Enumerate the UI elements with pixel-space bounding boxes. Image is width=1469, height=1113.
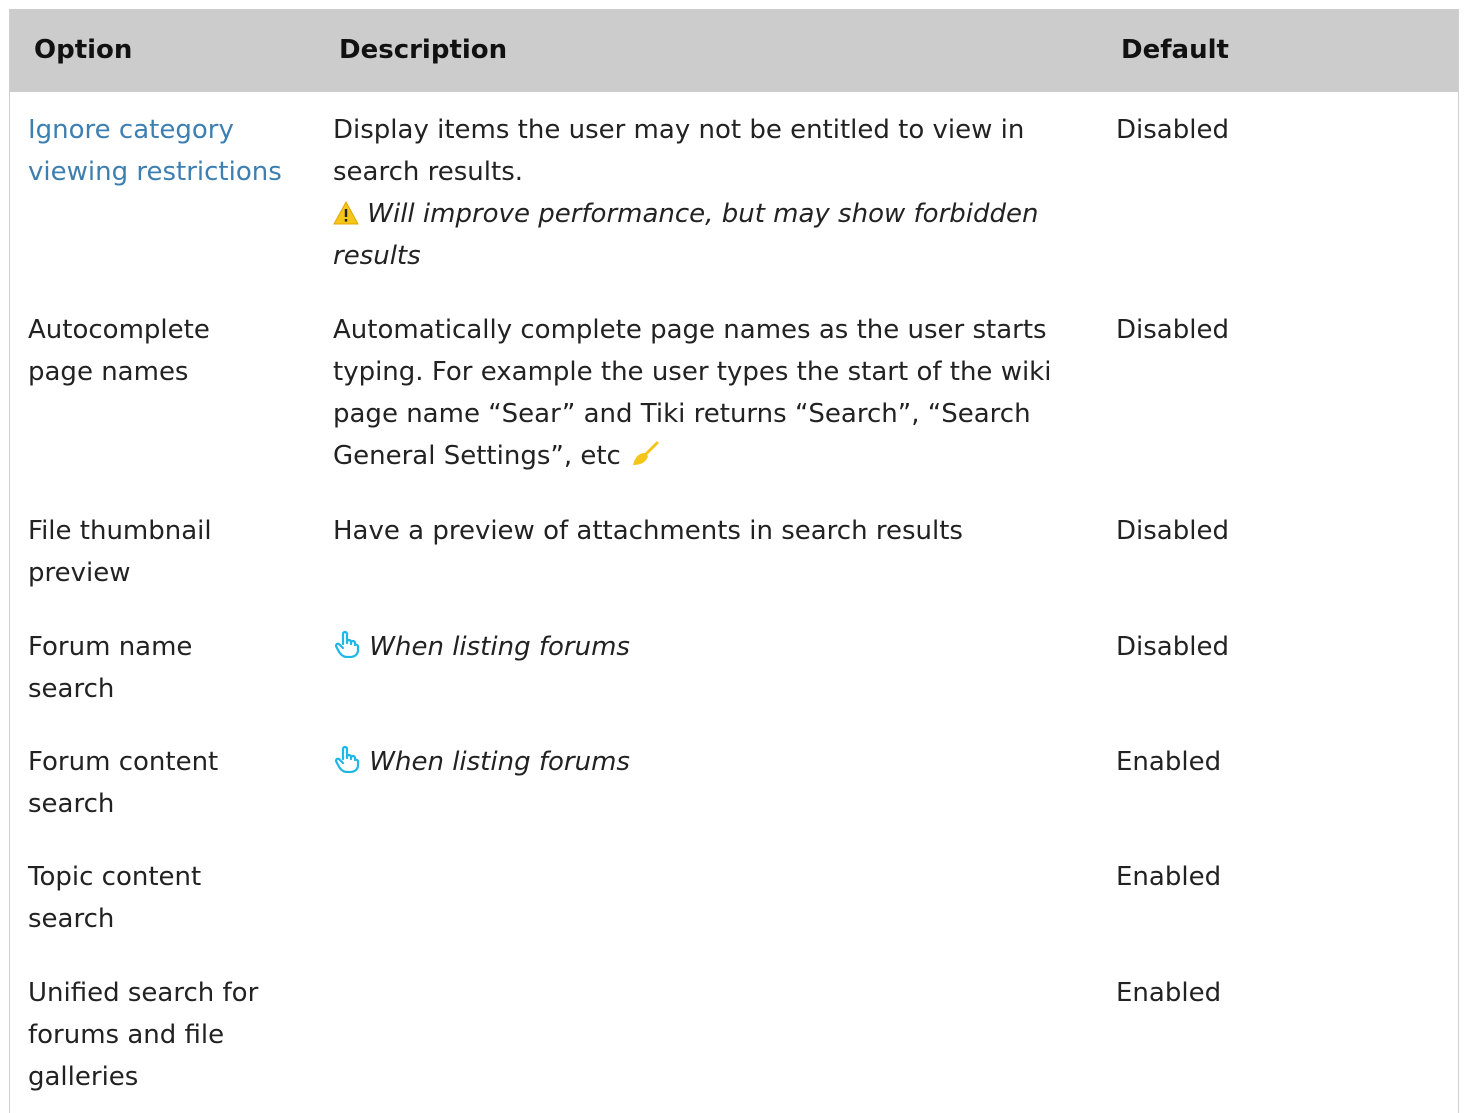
description-text: When listing forums — [369, 747, 630, 777]
option-name: Unified search for forums and file galle… — [28, 978, 259, 1092]
default-value: Disabled — [1116, 315, 1229, 345]
column-header-default: Default — [1121, 35, 1229, 65]
option-name: Forum name search — [28, 632, 193, 704]
performance-note: Will improve performance, but may show f… — [333, 199, 1039, 271]
option-name: File thumbnail preview — [28, 516, 212, 588]
table-header: Option Description Default — [10, 9, 1458, 92]
option-name: Autocomplete page names — [28, 315, 210, 387]
default-value: Enabled — [1116, 978, 1222, 1008]
description-cell: When listing forums — [333, 626, 1103, 668]
description-cell: Display items the user may not be entitl… — [333, 109, 1093, 277]
description-cell: Automatically complete page names as the… — [333, 309, 1093, 477]
description-text: Automatically complete page names as the… — [333, 315, 1052, 471]
table-row: Topic content search Enabled — [10, 856, 1458, 972]
default-value: Disabled — [1116, 115, 1229, 145]
description-text: When listing forums — [369, 632, 630, 662]
table-row: Forum name search When listing forums Di… — [10, 626, 1458, 742]
table-row: File thumbnail preview Have a preview of… — [10, 510, 1458, 626]
description-cell: When listing forums — [333, 741, 1103, 783]
default-value: Enabled — [1116, 862, 1222, 892]
default-value: Enabled — [1116, 747, 1222, 777]
description-text: Have a preview of attachments in search … — [333, 516, 963, 546]
pointing-hand-icon — [333, 630, 361, 658]
description-text: Display items the user may not be entitl… — [333, 115, 1025, 187]
broom-icon — [629, 441, 659, 467]
table-row: Forum content search When listing forums… — [10, 741, 1458, 857]
table-row: Ignore category viewing restrictions Dis… — [10, 109, 1458, 309]
option-name: Forum content search — [28, 747, 219, 819]
option-link-ignore-category-restrictions[interactable]: Ignore category viewing restrictions — [28, 109, 298, 193]
warning-icon — [333, 201, 359, 225]
preferences-table: Option Description Default Ignore catego… — [9, 9, 1459, 1113]
default-value: Disabled — [1116, 516, 1229, 546]
column-header-description: Description — [339, 35, 508, 65]
table-row: Unified search for forums and file galle… — [10, 972, 1458, 1113]
option-name: Topic content search — [28, 862, 202, 934]
default-value: Disabled — [1116, 632, 1229, 662]
column-header-option: Option — [34, 35, 133, 65]
pointing-hand-icon — [333, 745, 361, 773]
table-row: Autocomplete page names Automatically co… — [10, 309, 1458, 509]
